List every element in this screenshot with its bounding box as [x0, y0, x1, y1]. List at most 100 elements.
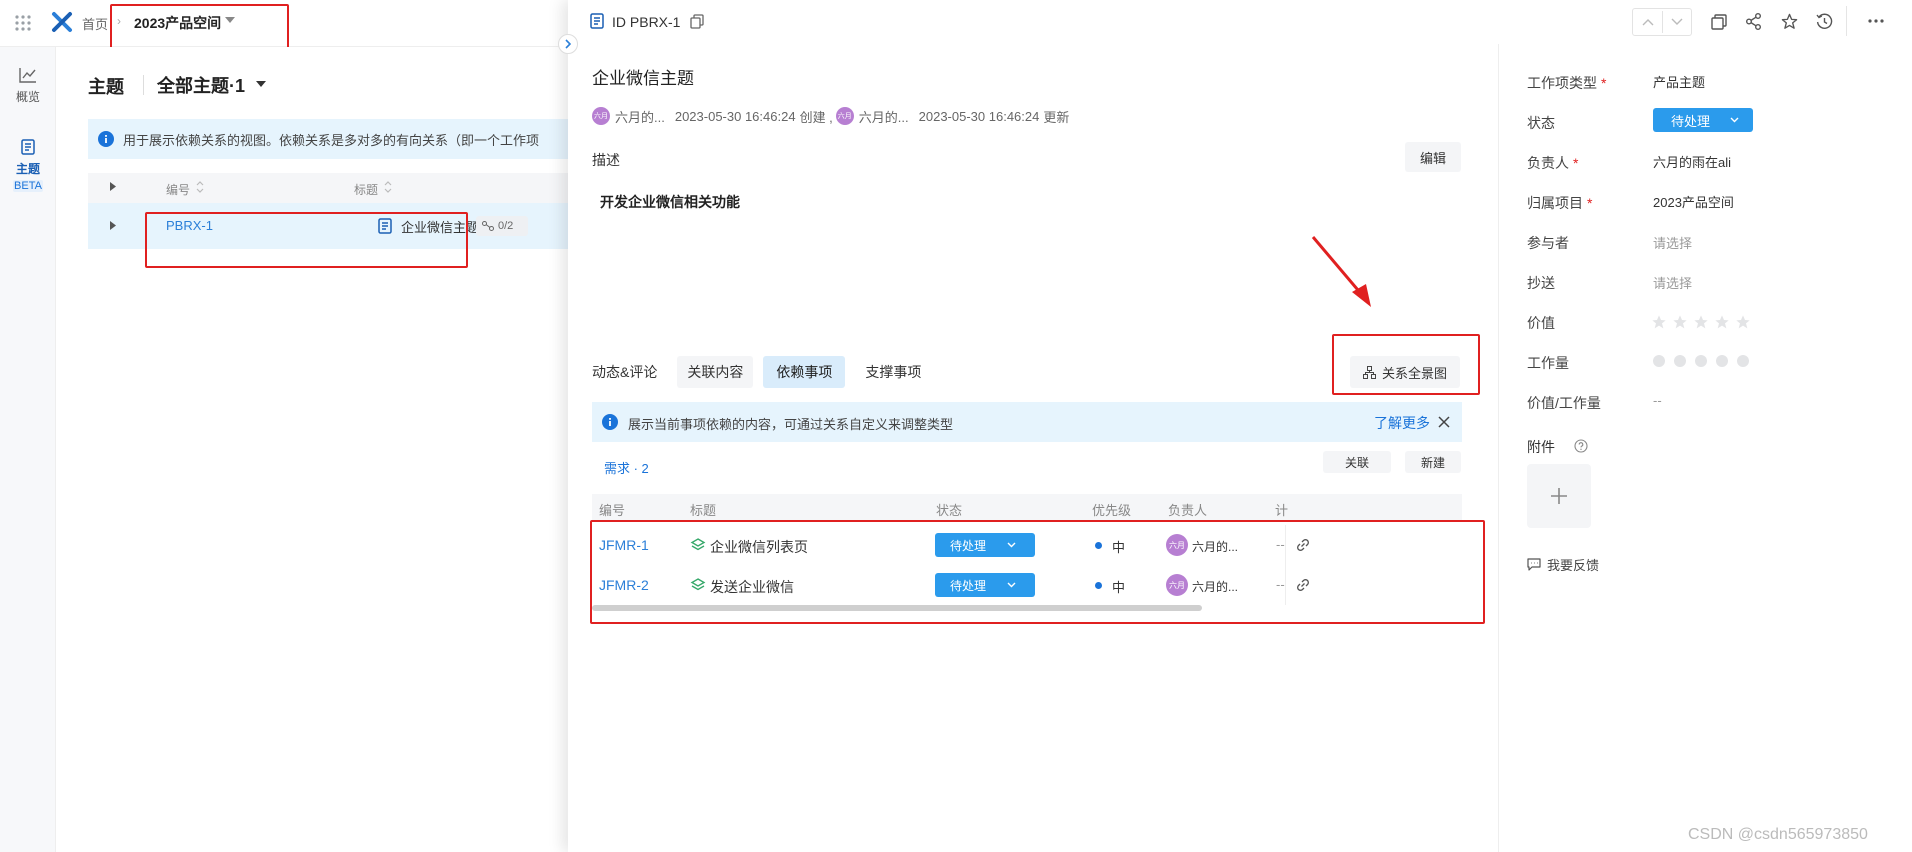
field-label-value: 价值	[1527, 315, 1555, 331]
expand-row-icon[interactable]	[110, 221, 116, 230]
field-value-participants[interactable]: 请选择	[1653, 233, 1692, 252]
sort-icon[interactable]	[384, 181, 392, 193]
open-window-icon[interactable]	[1711, 14, 1727, 30]
annotation-box-project	[110, 4, 289, 52]
column-header-id[interactable]: 编号	[599, 500, 625, 519]
add-attachment-button[interactable]	[1527, 464, 1591, 528]
property-fields: 工作项类型 * 产品主题 状态 待处理 负责人 * 六月的雨在ali 归属项目 * 2…	[1499, 44, 1912, 464]
view-selector[interactable]: 全部主题·1	[157, 72, 245, 98]
help-icon[interactable]	[1574, 439, 1588, 453]
next-item-icon[interactable]	[1671, 18, 1683, 26]
field-value-owner[interactable]: 六月的雨在ali	[1653, 152, 1731, 171]
previous-item-icon[interactable]	[1642, 18, 1654, 26]
value-rating[interactable]	[1651, 314, 1751, 330]
table-header: 编号 标题	[88, 173, 568, 203]
item-title[interactable]: 企业微信主题	[592, 64, 694, 89]
app-logo-icon[interactable]	[51, 11, 73, 33]
field-label-project: 归属项目 *	[1527, 195, 1593, 211]
rail-item-overview[interactable]: 概览	[0, 67, 56, 105]
info-icon	[602, 414, 618, 430]
breadcrumb-home[interactable]: 首页	[82, 14, 108, 33]
view-dropdown-icon[interactable]	[256, 81, 266, 87]
star-icon	[1673, 315, 1687, 329]
close-icon[interactable]	[1438, 416, 1450, 428]
collapse-drawer-button[interactable]	[558, 34, 578, 54]
tab-bar: 动态&评论 关联内容 依赖事项 支撑事项	[582, 356, 931, 388]
star-icon	[1736, 315, 1750, 329]
annotation-box-row	[145, 212, 468, 268]
detail-content: 企业微信主题 六月 六月的... 2023-05-30 16:46:24 创建 …	[568, 44, 1498, 852]
app-grid-icon[interactable]	[14, 14, 32, 32]
effort-dot	[1737, 355, 1749, 367]
dependency-badge[interactable]: 0/2	[476, 216, 528, 236]
column-header-title[interactable]: 标题	[354, 181, 378, 198]
meta-line: 六月 六月的... 2023-05-30 16:46:24 创建 , 六月 六月…	[592, 106, 1069, 126]
edit-button[interactable]: 编辑	[1405, 142, 1461, 172]
column-header-plan[interactable]: 计	[1275, 500, 1288, 519]
info-banner: 用于展示依赖关系的视图。依赖关系是多对多的有向关系（即一个工作项	[88, 119, 568, 159]
annotation-box-relation	[1332, 334, 1480, 395]
creator-name[interactable]: 六月的...	[615, 107, 665, 126]
column-header-title[interactable]: 标题	[690, 500, 716, 519]
plus-icon	[1551, 488, 1567, 504]
attachments-label: 附件	[1527, 439, 1555, 455]
page-title: 主题	[88, 77, 124, 97]
effort-dot	[1695, 355, 1707, 367]
feedback-link[interactable]: 我要反馈	[1527, 555, 1599, 574]
more-icon[interactable]	[1868, 19, 1884, 23]
title-divider	[143, 75, 144, 95]
chevron-right-icon	[565, 39, 571, 49]
status-dropdown[interactable]: 待处理	[1653, 108, 1753, 132]
effort-rating[interactable]	[1653, 355, 1749, 367]
field-value-project[interactable]: 2023产品空间	[1653, 192, 1734, 211]
updated-word: 更新	[1043, 109, 1070, 125]
detail-drawer: ID PBRX-1 企业微信主题 六月 六月的... 2023-05-30 16…	[568, 0, 1912, 852]
field-label-participants: 参与者	[1527, 235, 1569, 251]
description-content[interactable]: 开发企业微信相关功能	[600, 192, 740, 212]
field-value-value-per-effort: --	[1653, 393, 1662, 408]
new-item-button[interactable]: 新建	[1405, 451, 1461, 473]
updater-name[interactable]: 六月的...	[859, 107, 909, 126]
effort-dot	[1674, 355, 1686, 367]
star-icon	[1652, 315, 1666, 329]
created-time: 2023-05-30 16:46:24	[674, 108, 796, 124]
annotation-arrow-icon	[1308, 234, 1378, 314]
field-value-cc[interactable]: 请选择	[1653, 273, 1692, 292]
item-id-label: ID PBRX-1	[612, 14, 681, 30]
tab-supports[interactable]: 支撑事项	[855, 356, 931, 388]
feedback-label: 我要反馈	[1547, 558, 1600, 573]
tab-related[interactable]: 关联内容	[677, 356, 754, 388]
beta-badge: BETA	[13, 180, 43, 192]
required-marker: *	[1601, 75, 1607, 91]
field-label-status: 状态	[1527, 115, 1555, 131]
requirements-count[interactable]: 需求 · 2	[604, 458, 649, 477]
link-item-button[interactable]: 关联	[1323, 451, 1391, 473]
column-header-priority[interactable]: 优先级	[1092, 500, 1131, 519]
watermark: CSDN @csdn565973850	[1688, 826, 1868, 843]
updater-avatar: 六月	[835, 107, 854, 125]
tab-dependencies[interactable]: 依赖事项	[763, 356, 846, 388]
notice-text: 展示当前事项依赖的内容，可通过关系自定义来调整类型	[628, 417, 954, 432]
expand-all-icon[interactable]	[110, 182, 116, 191]
column-header-owner[interactable]: 负责人	[1168, 500, 1207, 519]
sort-icon[interactable]	[196, 181, 204, 193]
rail-item-theme[interactable]: 主题 BETA	[0, 139, 56, 192]
drawer-header: ID PBRX-1	[568, 0, 1912, 44]
chart-line-icon	[19, 68, 36, 83]
star-icon[interactable]	[1781, 13, 1798, 30]
field-value-type[interactable]: 产品主题	[1653, 72, 1705, 91]
nav-arrows	[1632, 8, 1692, 36]
info-banner-text: 用于展示依赖关系的视图。依赖关系是多对多的有向关系（即一个工作项	[123, 133, 540, 148]
dependency-icon	[482, 221, 494, 231]
tab-activity[interactable]: 动态&评论	[582, 356, 667, 388]
effort-dot	[1716, 355, 1728, 367]
share-icon[interactable]	[1746, 13, 1762, 30]
annotation-box-table	[590, 520, 1485, 624]
column-header-id[interactable]: 编号	[166, 181, 190, 198]
learn-more-link[interactable]: 了解更多	[1374, 413, 1430, 433]
copy-icon[interactable]	[690, 14, 704, 29]
history-icon[interactable]	[1816, 13, 1833, 30]
column-header-status[interactable]: 状态	[936, 500, 962, 519]
description-label: 描述	[592, 152, 620, 168]
created-word: 创建 ,	[799, 109, 833, 125]
